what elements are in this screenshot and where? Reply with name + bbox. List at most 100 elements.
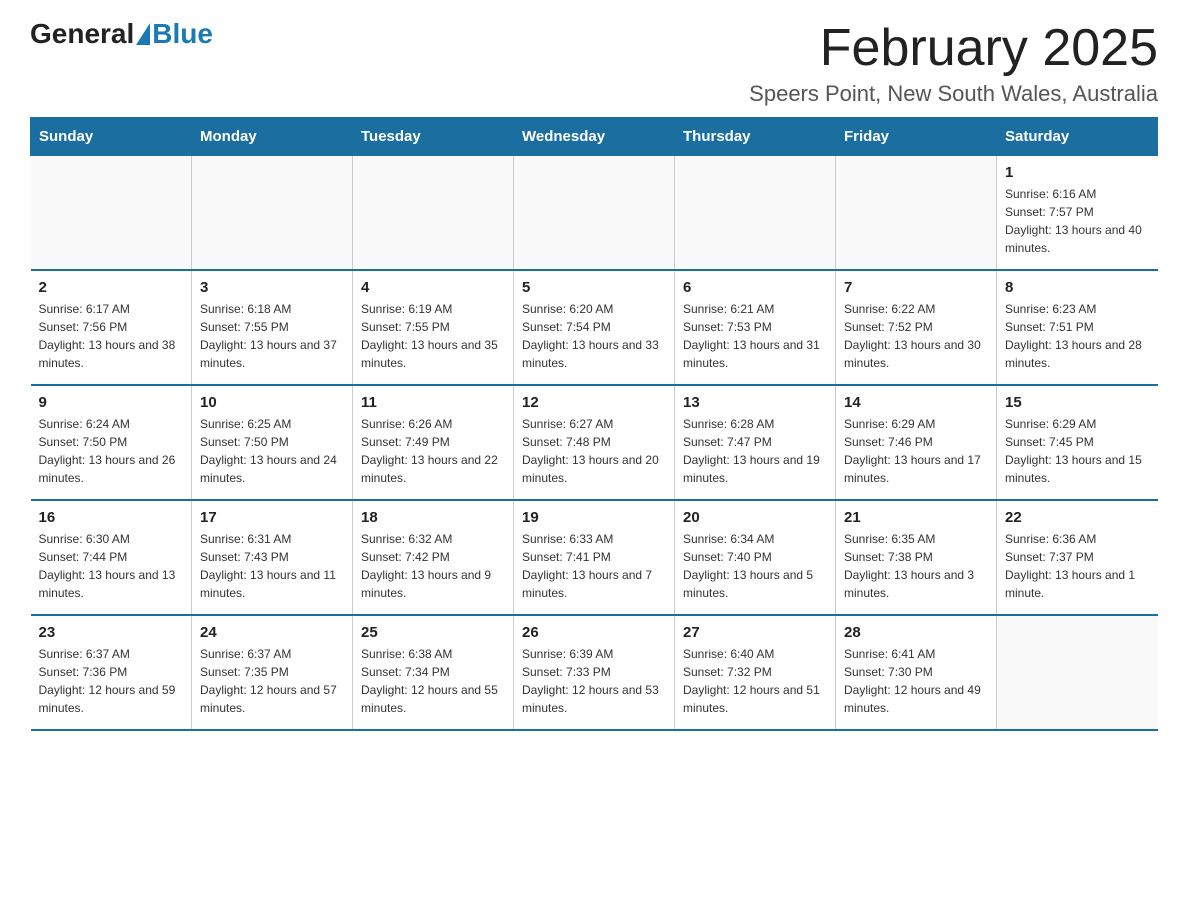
day-of-week-header: Wednesday	[514, 118, 675, 156]
day-number: 11	[361, 394, 505, 411]
logo-triangle-icon	[136, 23, 150, 45]
day-number: 9	[39, 394, 184, 411]
day-number: 26	[522, 624, 666, 641]
calendar-day-cell: 23Sunrise: 6:37 AMSunset: 7:36 PMDayligh…	[31, 615, 192, 730]
day-of-week-header: Monday	[192, 118, 353, 156]
calendar-day-cell: 14 Sunrise: 6:29 AMSunset: 7:46 PMDayligh…	[836, 385, 997, 500]
calendar-day-cell: 10 Sunrise: 6:25 AMSunset: 7:50 PMDayligh…	[192, 385, 353, 500]
day-number: 13	[683, 394, 827, 411]
calendar-day-cell: 21 Sunrise: 6:35 AMSunset: 7:38 PMDayligh…	[836, 500, 997, 615]
calendar-table: SundayMondayTuesdayWednesdayThursdayFrid…	[30, 117, 1158, 731]
day-number: 5	[522, 279, 666, 296]
calendar-day-cell: 16Sunrise: 6:30 AMSunset: 7:44 PMDayligh…	[31, 500, 192, 615]
title-area: February 2025 Speers Point, New South Wa…	[749, 20, 1158, 107]
day-of-week-header: Saturday	[997, 118, 1158, 156]
day-info: Sunrise: 6:22 AMSunset: 7:52 PMDaylight:…	[844, 300, 988, 372]
day-number: 1	[1005, 164, 1150, 181]
day-number: 23	[39, 624, 184, 641]
day-info: Sunrise: 6:35 AMSunset: 7:38 PMDaylight:…	[844, 530, 988, 602]
day-number: 8	[1005, 279, 1150, 296]
calendar-day-cell	[192, 156, 353, 271]
calendar-day-cell: 24 Sunrise: 6:37 AMSunset: 7:35 PMDayligh…	[192, 615, 353, 730]
page-header: General Blue February 2025 Speers Point,…	[30, 20, 1158, 107]
day-info: Sunrise: 6:34 AMSunset: 7:40 PMDaylight:…	[683, 530, 827, 602]
day-info: Sunrise: 6:29 AMSunset: 7:45 PMDaylight:…	[1005, 415, 1150, 487]
day-number: 18	[361, 509, 505, 526]
calendar-day-cell: 28Sunrise: 6:41 AMSunset: 7:30 PMDayligh…	[836, 615, 997, 730]
day-number: 27	[683, 624, 827, 641]
calendar-day-cell: 11 Sunrise: 6:26 AMSunset: 7:49 PMDayligh…	[353, 385, 514, 500]
calendar-day-cell: 4 Sunrise: 6:19 AMSunset: 7:55 PMDaylight…	[353, 270, 514, 385]
calendar-day-cell	[514, 156, 675, 271]
day-number: 14	[844, 394, 988, 411]
calendar-day-cell: 27 Sunrise: 6:40 AMSunset: 7:32 PMDayligh…	[675, 615, 836, 730]
calendar-day-cell: 7 Sunrise: 6:22 AMSunset: 7:52 PMDaylight…	[836, 270, 997, 385]
calendar-day-cell: 6Sunrise: 6:21 AMSunset: 7:53 PMDaylight…	[675, 270, 836, 385]
day-of-week-header: Thursday	[675, 118, 836, 156]
month-title: February 2025	[749, 20, 1158, 77]
day-info: Sunrise: 6:16 AMSunset: 7:57 PMDaylight:…	[1005, 185, 1150, 257]
calendar-day-cell: 13 Sunrise: 6:28 AMSunset: 7:47 PMDayligh…	[675, 385, 836, 500]
day-number: 15	[1005, 394, 1150, 411]
day-number: 24	[200, 624, 344, 641]
calendar-day-cell: 8 Sunrise: 6:23 AMSunset: 7:51 PMDaylight…	[997, 270, 1158, 385]
day-number: 19	[522, 509, 666, 526]
calendar-day-cell	[836, 156, 997, 271]
calendar-day-cell: 12Sunrise: 6:27 AMSunset: 7:48 PMDayligh…	[514, 385, 675, 500]
day-info: Sunrise: 6:36 AMSunset: 7:37 PMDaylight:…	[1005, 530, 1150, 602]
calendar-day-cell: 1 Sunrise: 6:16 AMSunset: 7:57 PMDaylight…	[997, 156, 1158, 271]
logo-general-text: General	[30, 20, 134, 48]
day-number: 6	[683, 279, 827, 296]
calendar-header-row: SundayMondayTuesdayWednesdayThursdayFrid…	[31, 118, 1158, 156]
day-of-week-header: Tuesday	[353, 118, 514, 156]
day-info: Sunrise: 6:26 AMSunset: 7:49 PMDaylight:…	[361, 415, 505, 487]
calendar-day-cell: 26Sunrise: 6:39 AMSunset: 7:33 PMDayligh…	[514, 615, 675, 730]
day-number: 25	[361, 624, 505, 641]
calendar-day-cell: 9 Sunrise: 6:24 AMSunset: 7:50 PMDaylight…	[31, 385, 192, 500]
calendar-day-cell: 2Sunrise: 6:17 AMSunset: 7:56 PMDaylight…	[31, 270, 192, 385]
calendar-day-cell: 3 Sunrise: 6:18 AMSunset: 7:55 PMDaylight…	[192, 270, 353, 385]
calendar-day-cell: 15 Sunrise: 6:29 AMSunset: 7:45 PMDayligh…	[997, 385, 1158, 500]
day-number: 21	[844, 509, 988, 526]
day-number: 4	[361, 279, 505, 296]
calendar-week-row: 1 Sunrise: 6:16 AMSunset: 7:57 PMDaylight…	[31, 156, 1158, 271]
calendar-week-row: 2Sunrise: 6:17 AMSunset: 7:56 PMDaylight…	[31, 270, 1158, 385]
day-info: Sunrise: 6:33 AMSunset: 7:41 PMDaylight:…	[522, 530, 666, 602]
day-info: Sunrise: 6:37 AMSunset: 7:35 PMDaylight:…	[200, 645, 344, 717]
calendar-week-row: 16Sunrise: 6:30 AMSunset: 7:44 PMDayligh…	[31, 500, 1158, 615]
calendar-day-cell: 20 Sunrise: 6:34 AMSunset: 7:40 PMDayligh…	[675, 500, 836, 615]
day-number: 20	[683, 509, 827, 526]
calendar-day-cell: 17Sunrise: 6:31 AMSunset: 7:43 PMDayligh…	[192, 500, 353, 615]
day-info: Sunrise: 6:30 AMSunset: 7:44 PMDaylight:…	[39, 530, 184, 602]
day-of-week-header: Sunday	[31, 118, 192, 156]
day-info: Sunrise: 6:29 AMSunset: 7:46 PMDaylight:…	[844, 415, 988, 487]
calendar-day-cell	[353, 156, 514, 271]
day-info: Sunrise: 6:40 AMSunset: 7:32 PMDaylight:…	[683, 645, 827, 717]
day-info: Sunrise: 6:19 AMSunset: 7:55 PMDaylight:…	[361, 300, 505, 372]
day-info: Sunrise: 6:28 AMSunset: 7:47 PMDaylight:…	[683, 415, 827, 487]
day-info: Sunrise: 6:24 AMSunset: 7:50 PMDaylight:…	[39, 415, 184, 487]
day-number: 17	[200, 509, 344, 526]
calendar-day-cell: 19 Sunrise: 6:33 AMSunset: 7:41 PMDayligh…	[514, 500, 675, 615]
day-info: Sunrise: 6:18 AMSunset: 7:55 PMDaylight:…	[200, 300, 344, 372]
day-info: Sunrise: 6:27 AMSunset: 7:48 PMDaylight:…	[522, 415, 666, 487]
day-info: Sunrise: 6:23 AMSunset: 7:51 PMDaylight:…	[1005, 300, 1150, 372]
calendar-week-row: 23Sunrise: 6:37 AMSunset: 7:36 PMDayligh…	[31, 615, 1158, 730]
day-info: Sunrise: 6:32 AMSunset: 7:42 PMDaylight:…	[361, 530, 505, 602]
calendar-week-row: 9 Sunrise: 6:24 AMSunset: 7:50 PMDaylight…	[31, 385, 1158, 500]
day-of-week-header: Friday	[836, 118, 997, 156]
logo: General Blue	[30, 20, 213, 48]
calendar-day-cell: 5Sunrise: 6:20 AMSunset: 7:54 PMDaylight…	[514, 270, 675, 385]
day-info: Sunrise: 6:41 AMSunset: 7:30 PMDaylight:…	[844, 645, 988, 717]
calendar-day-cell	[997, 615, 1158, 730]
calendar-day-cell: 25Sunrise: 6:38 AMSunset: 7:34 PMDayligh…	[353, 615, 514, 730]
logo-blue-text: Blue	[152, 20, 213, 48]
calendar-day-cell	[31, 156, 192, 271]
day-number: 10	[200, 394, 344, 411]
day-info: Sunrise: 6:25 AMSunset: 7:50 PMDaylight:…	[200, 415, 344, 487]
calendar-day-cell	[675, 156, 836, 271]
calendar-day-cell: 18 Sunrise: 6:32 AMSunset: 7:42 PMDayligh…	[353, 500, 514, 615]
day-number: 7	[844, 279, 988, 296]
location-subtitle: Speers Point, New South Wales, Australia	[749, 81, 1158, 107]
day-number: 3	[200, 279, 344, 296]
